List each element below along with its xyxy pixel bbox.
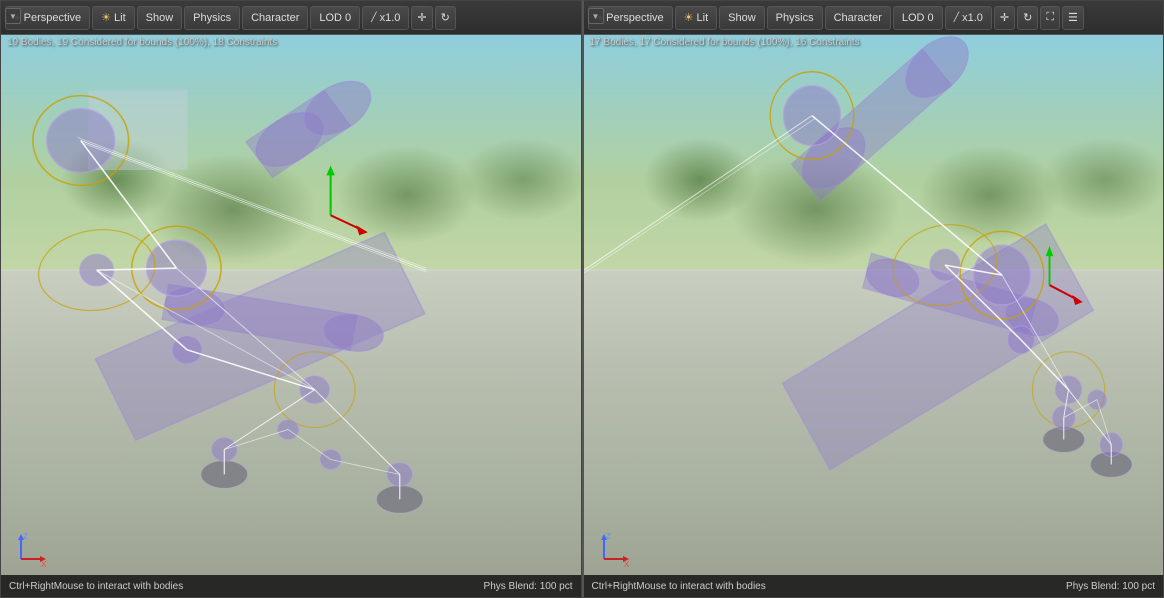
status-bar-right: Ctrl+RightMouse to interact with bodies … xyxy=(584,575,1164,597)
status-right-text: Phys Blend: 100 pct xyxy=(484,581,573,592)
viewport-dropdown-right[interactable]: ▼ xyxy=(588,8,604,24)
move-btn-left[interactable]: ✛ xyxy=(411,6,432,30)
scale-btn-left[interactable]: ╱ x1.0 xyxy=(362,6,409,30)
physics-btn-left[interactable]: Physics xyxy=(184,6,240,30)
scale-btn-right[interactable]: ╱ x1.0 xyxy=(945,6,992,30)
maximize-icon-right: ⛶ xyxy=(1046,11,1054,24)
lit-icon-left: ☀ xyxy=(101,11,111,24)
rotate-icon-right: ↻ xyxy=(1023,11,1032,24)
scale-icon-right: ╱ xyxy=(954,12,959,23)
lod-btn-right[interactable]: LOD 0 xyxy=(893,6,943,30)
lit-label-right: Lit xyxy=(697,12,709,24)
show-btn-right[interactable]: Show xyxy=(719,6,765,30)
physics-overlay-right xyxy=(584,1,1164,597)
axis-gizmo-left: Z X xyxy=(11,529,51,569)
status-left-text: Ctrl+RightMouse to interact with bodies xyxy=(9,581,183,592)
move-btn-right[interactable]: ✛ xyxy=(994,6,1015,30)
scale-icon-left: ╱ xyxy=(371,12,376,23)
lit-label-left: Lit xyxy=(114,12,126,24)
scale-label-right: x1.0 xyxy=(962,12,983,24)
physics-btn-right[interactable]: Physics xyxy=(767,6,823,30)
viewport-left[interactable]: ▼ ● Perspective ☀ Lit Show Physics Chara… xyxy=(0,0,582,598)
show-label-right: Show xyxy=(728,12,756,24)
settings-btn-right[interactable]: ☰ xyxy=(1062,6,1084,30)
character-btn-left[interactable]: Character xyxy=(242,6,308,30)
lit-icon-right: ☀ xyxy=(684,11,694,24)
svg-text:X: X xyxy=(624,560,630,569)
lod-btn-left[interactable]: LOD 0 xyxy=(310,6,360,30)
physics-overlay-left xyxy=(1,1,581,597)
perspective-label-left: Perspective xyxy=(24,12,81,24)
svg-text:X: X xyxy=(41,560,47,569)
settings-icon-right: ☰ xyxy=(1068,11,1078,24)
svg-text:Z: Z xyxy=(23,532,28,541)
lod-label-right: LOD 0 xyxy=(902,12,934,24)
physics-label-left: Physics xyxy=(193,12,231,24)
info-text-left: 19 Bodies, 19 Considered for bounds (100… xyxy=(7,37,277,48)
viewport-right[interactable]: ▼ ● Perspective ☀ Lit Show Physics Chara… xyxy=(582,0,1164,598)
show-label-left: Show xyxy=(146,12,174,24)
move-icon-left: ✛ xyxy=(417,11,426,24)
viewport-container: ▼ ● Perspective ☀ Lit Show Physics Chara… xyxy=(0,0,1164,598)
toolbar-left: ▼ ● Perspective ☀ Lit Show Physics Chara… xyxy=(1,1,581,35)
lod-label-left: LOD 0 xyxy=(319,12,351,24)
svg-text:Z: Z xyxy=(606,532,611,541)
viewport-dropdown-left[interactable]: ▼ xyxy=(5,8,21,24)
move-icon-right: ✛ xyxy=(1000,11,1009,24)
axis-gizmo-right: Z X xyxy=(594,529,634,569)
maximize-btn-right[interactable]: ⛶ xyxy=(1040,6,1060,30)
character-label-left: Character xyxy=(251,12,299,24)
character-label-right: Character xyxy=(834,12,882,24)
info-text-right: 17 Bodies, 17 Considered for bounds (100… xyxy=(590,37,860,48)
show-btn-left[interactable]: Show xyxy=(137,6,183,30)
physics-label-right: Physics xyxy=(776,12,814,24)
status-bar-left: Ctrl+RightMouse to interact with bodies … xyxy=(1,575,581,597)
rotate-btn-left[interactable]: ↻ xyxy=(435,6,456,30)
lit-btn-right[interactable]: ☀ Lit xyxy=(675,6,718,30)
scale-label-left: x1.0 xyxy=(380,12,401,24)
character-btn-right[interactable]: Character xyxy=(825,6,891,30)
rotate-btn-right[interactable]: ↻ xyxy=(1017,6,1038,30)
status-right-right-text: Phys Blend: 100 pct xyxy=(1066,581,1155,592)
status-right-left-text: Ctrl+RightMouse to interact with bodies xyxy=(592,581,766,592)
perspective-label-right: Perspective xyxy=(606,12,663,24)
dropdown-arrow-icon-left: ▼ xyxy=(9,12,17,21)
toolbar-right: ▼ ● Perspective ☀ Lit Show Physics Chara… xyxy=(584,1,1164,35)
rotate-icon-left: ↻ xyxy=(441,11,450,24)
dropdown-arrow-icon-right: ▼ xyxy=(592,12,600,21)
lit-btn-left[interactable]: ☀ Lit xyxy=(92,6,135,30)
